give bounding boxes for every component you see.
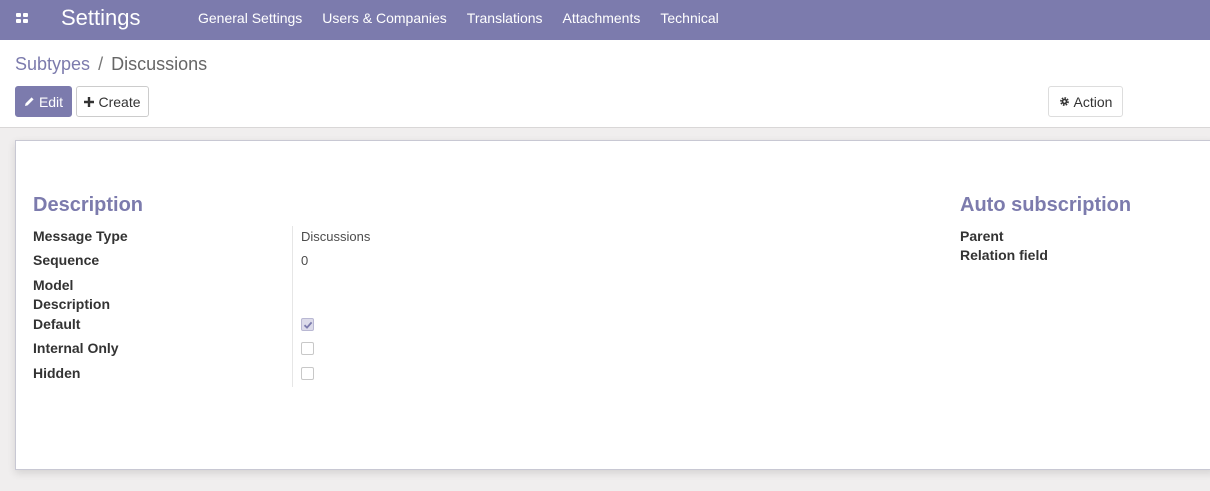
edit-button[interactable]: Edit	[15, 86, 72, 117]
checkmark-icon	[303, 321, 313, 329]
internal-only-checkbox[interactable]	[301, 342, 314, 355]
gear-icon	[1059, 96, 1070, 107]
hidden-label: Hidden	[33, 365, 81, 381]
sequence-label: Sequence	[33, 252, 100, 268]
breadcrumb: Subtypes / Discussions	[15, 53, 207, 75]
top-menu: General Settings Users & Companies Trans…	[188, 0, 729, 40]
model-description-label-line1: Model	[33, 277, 74, 293]
default-checkbox[interactable]	[301, 318, 314, 331]
field-divider	[292, 226, 293, 387]
parent-label: Parent	[960, 228, 1004, 244]
create-button[interactable]: Create	[76, 86, 149, 117]
menu-translations[interactable]: Translations	[457, 0, 553, 40]
app-title: Settings	[61, 5, 141, 30]
edit-button-label: Edit	[38, 93, 64, 110]
message-type-value: Discussions	[301, 229, 371, 244]
create-button-label: Create	[98, 93, 141, 110]
hidden-checkbox[interactable]	[301, 367, 314, 380]
relation-field-label: Relation field	[960, 247, 1048, 263]
sequence-value: 0	[301, 253, 309, 268]
menu-general-settings[interactable]: General Settings	[188, 0, 312, 40]
action-button[interactable]: Action	[1048, 86, 1123, 117]
form-sheet: Description Message Type Discussions Seq…	[15, 140, 1210, 470]
apps-grid-icon[interactable]	[16, 13, 28, 23]
menu-technical[interactable]: Technical	[650, 0, 728, 40]
model-description-label-line2: Description	[33, 296, 111, 312]
internal-only-label: Internal Only	[33, 340, 119, 356]
menu-users-companies[interactable]: Users & Companies	[312, 0, 457, 40]
action-button-label: Action	[1073, 93, 1113, 110]
message-type-label: Message Type	[33, 228, 128, 244]
auto-subscription-title: Auto subscription	[960, 194, 1132, 216]
description-group-title: Description	[33, 194, 144, 216]
pencil-icon	[24, 96, 35, 107]
default-label: Default	[33, 316, 81, 332]
top-navbar: Settings General Settings Users & Compan…	[0, 0, 1210, 40]
menu-attachments[interactable]: Attachments	[553, 0, 651, 40]
breadcrumb-separator: /	[98, 54, 104, 74]
plus-icon	[84, 96, 95, 107]
breadcrumb-subtypes-link[interactable]: Subtypes	[15, 54, 90, 74]
breadcrumb-current: Discussions	[111, 54, 208, 74]
control-panel: Subtypes / Discussions Edit Create Actio…	[0, 40, 1210, 128]
